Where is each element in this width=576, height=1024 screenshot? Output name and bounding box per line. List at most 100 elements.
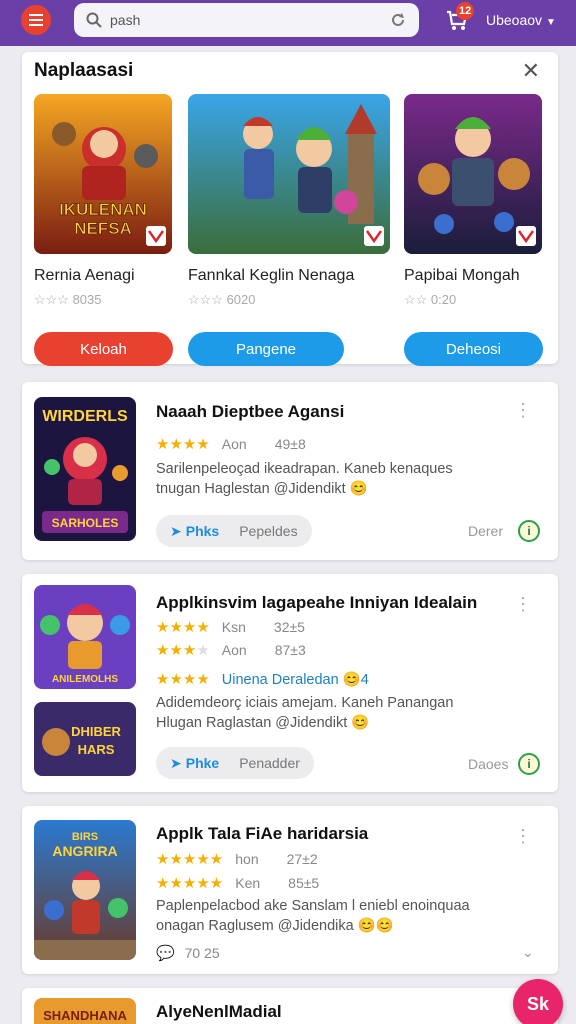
tag-secondary: Pepeldes [239,523,298,539]
description-line: Sarilenpeleoçad ikeadrapan. Kaneb kenaqu… [156,461,453,477]
fab-label: Sk [526,993,550,1014]
comment-icon: 💬 [156,945,175,962]
search-bar[interactable]: pash [74,3,419,37]
featured-name: Rernia Aenagi [34,267,135,284]
app-description: Paplenpelacbod ake Sanslam l eniebl enoi… [156,896,496,936]
highlight-row: ★★★★ Uinena Deraledan 😊4 [156,670,369,688]
description-line: tnugan Haglestan @Jidendikt 😊 [156,481,368,497]
more-options-icon[interactable]: ⋮ [514,400,532,421]
star-icons: ★★★★★ [156,875,224,892]
featured-name: Papibai Mongah [404,267,520,284]
app-title[interactable]: Applk Tala FiAe haridarsia [156,824,368,844]
featured-button[interactable]: Pangene [188,332,344,366]
featured-item[interactable]: Fannkal Keglin Nenaga ☆☆☆ 6020 [188,94,392,307]
tag-primary: Phke [185,755,220,771]
info-icon[interactable]: i [518,520,540,542]
tag-icon: ➤ [170,522,182,539]
star-icons: ★★★★ [156,619,210,636]
menu-button[interactable] [21,5,51,35]
app-card[interactable]: SHANDHANA AlyeNenlMadial [22,988,558,1024]
svg-text:ANGRIRA: ANGRIRA [52,843,117,859]
close-icon[interactable]: ✕ [522,60,540,82]
rating-row: ★★★★ Ksn 32±5 [156,618,305,636]
tag-secondary: Penadder [239,755,300,771]
svg-text:SHANDHANA: SHANDHANA [43,1008,127,1023]
star-icons: ★★★★ [156,671,210,688]
search-icon [86,12,102,28]
featured-button[interactable]: Keloah [34,332,173,366]
game-artwork [188,94,390,254]
game-artwork [404,94,542,254]
rating-row: ★★★★ Aon 87±3 [156,641,306,659]
rating-count: 32±5 [273,619,305,635]
app-thumbnail: SHANDHANA [34,998,136,1024]
comments[interactable]: 💬 70 25 [156,944,220,962]
user-menu[interactable]: Ubeoaov ▼ [486,12,556,28]
info-icon[interactable]: i [518,753,540,775]
chevron-down-icon[interactable]: ⌄ [522,944,534,961]
star-icons: ★★★★ [156,642,210,659]
featured-title: Naplaasasi [34,60,134,81]
featured-button[interactable]: Deheosi [404,332,543,366]
rating-row: ★★★★★ Ken 85±5 [156,874,319,892]
game-artwork: IKULENAN NEFSA [34,94,172,254]
rating-row: ★★★★ Aon 49±8 [156,435,306,453]
app-thumbnail: WIRDERLS SARHOLES [34,397,136,541]
category-tag[interactable]: ➤ Phks Pepeldes [156,515,312,547]
svg-text:BIRS: BIRS [72,831,98,843]
svg-text:DHIBER: DHIBER [71,724,121,739]
comment-count: 70 25 [184,945,220,961]
app-title[interactable]: AlyeNenlMadial [156,1002,282,1022]
rating-count: 87±3 [274,642,306,658]
featured-item[interactable]: Papibai Mongah ☆☆ 0:20 [404,94,544,307]
app-description: Sarilenpeleoçad ikeadrapan. Kaneb kenaqu… [156,459,496,499]
side-label: Derer [468,523,504,539]
app-title[interactable]: Applkinsvim lagapeahe Inniyan Idealain [156,593,477,613]
rating-label: Ken [235,875,261,891]
svg-text:SARHOLES: SARHOLES [52,516,119,530]
description-line: Adidemdeorç iciais amejam. Kaneh Pananga… [156,695,454,711]
description-line: Hlugan Raglastan @Jidendikt 😊 [156,715,370,731]
svg-text:NEFSA: NEFSA [74,219,132,238]
category-tag[interactable]: ➤ Phke Penadder [156,747,314,779]
app-card[interactable]: ANILEMOLHS DHIBER HARS Applkinsvim lagap… [22,574,558,792]
more-options-icon[interactable]: ⋮ [514,826,532,847]
highlight-text: Uinena Deraledan 😊4 [221,672,369,688]
svg-text:IKULENAN: IKULENAN [59,200,147,219]
svg-text:WIRDERLS: WIRDERLS [42,408,128,425]
rating-count: 85±5 [288,875,320,891]
star-icons: ★★★★ [156,436,210,453]
floating-action-button[interactable]: Sk [513,979,563,1024]
rating-label: hon [235,851,259,867]
chevron-down-icon: ▼ [545,17,556,28]
featured-card: Naplaasasi ✕ IKULENAN NEFSA Rernia Aenag… [22,52,558,366]
app-card[interactable]: WIRDERLS SARHOLES Naaah Dieptbee Agansi … [22,382,558,560]
featured-name: Fannkal Keglin Nenaga [188,267,355,284]
user-label: Ubeoaov [486,12,543,28]
rating-label: Aon [221,436,247,452]
more-options-icon[interactable]: ⋮ [514,594,532,615]
search-input[interactable]: pash [110,12,389,28]
rating-label: Aon [221,642,247,658]
refresh-icon[interactable] [389,11,407,29]
tag-primary: Phks [185,523,220,539]
description-line: onagan Raglusem @Jidendika 😊😊 [156,918,394,934]
star-icons: ★★★★★ [156,851,224,868]
featured-rating: ☆☆☆ 8035 [34,292,102,307]
svg-text:ANILEMOLHS: ANILEMOLHS [52,674,118,685]
rating-row: ★★★★★ hon 27±2 [156,850,318,868]
featured-item[interactable]: IKULENAN NEFSA Rernia Aenagi ☆☆☆ 8035 [34,94,174,307]
hamburger-icon [29,14,43,26]
description-line: Paplenpelacbod ake Sanslam l eniebl enoi… [156,898,470,914]
rating-label: Ksn [221,619,246,635]
app-card[interactable]: BIRS ANGRIRA Applk Tala FiAe haridarsia … [22,806,558,974]
app-title[interactable]: Naaah Dieptbee Agansi [156,402,344,422]
rating-count: 49±8 [274,436,306,452]
app-thumbnail: BIRS ANGRIRA [34,820,136,960]
rating-count: 27±2 [286,851,318,867]
app-thumbnail: DHIBER HARS [34,702,136,776]
featured-rating: ☆☆ 0:20 [404,292,457,307]
cart-badge: 12 [456,2,475,20]
featured-rating: ☆☆☆ 6020 [188,292,256,307]
side-label: Daoes [468,756,509,772]
